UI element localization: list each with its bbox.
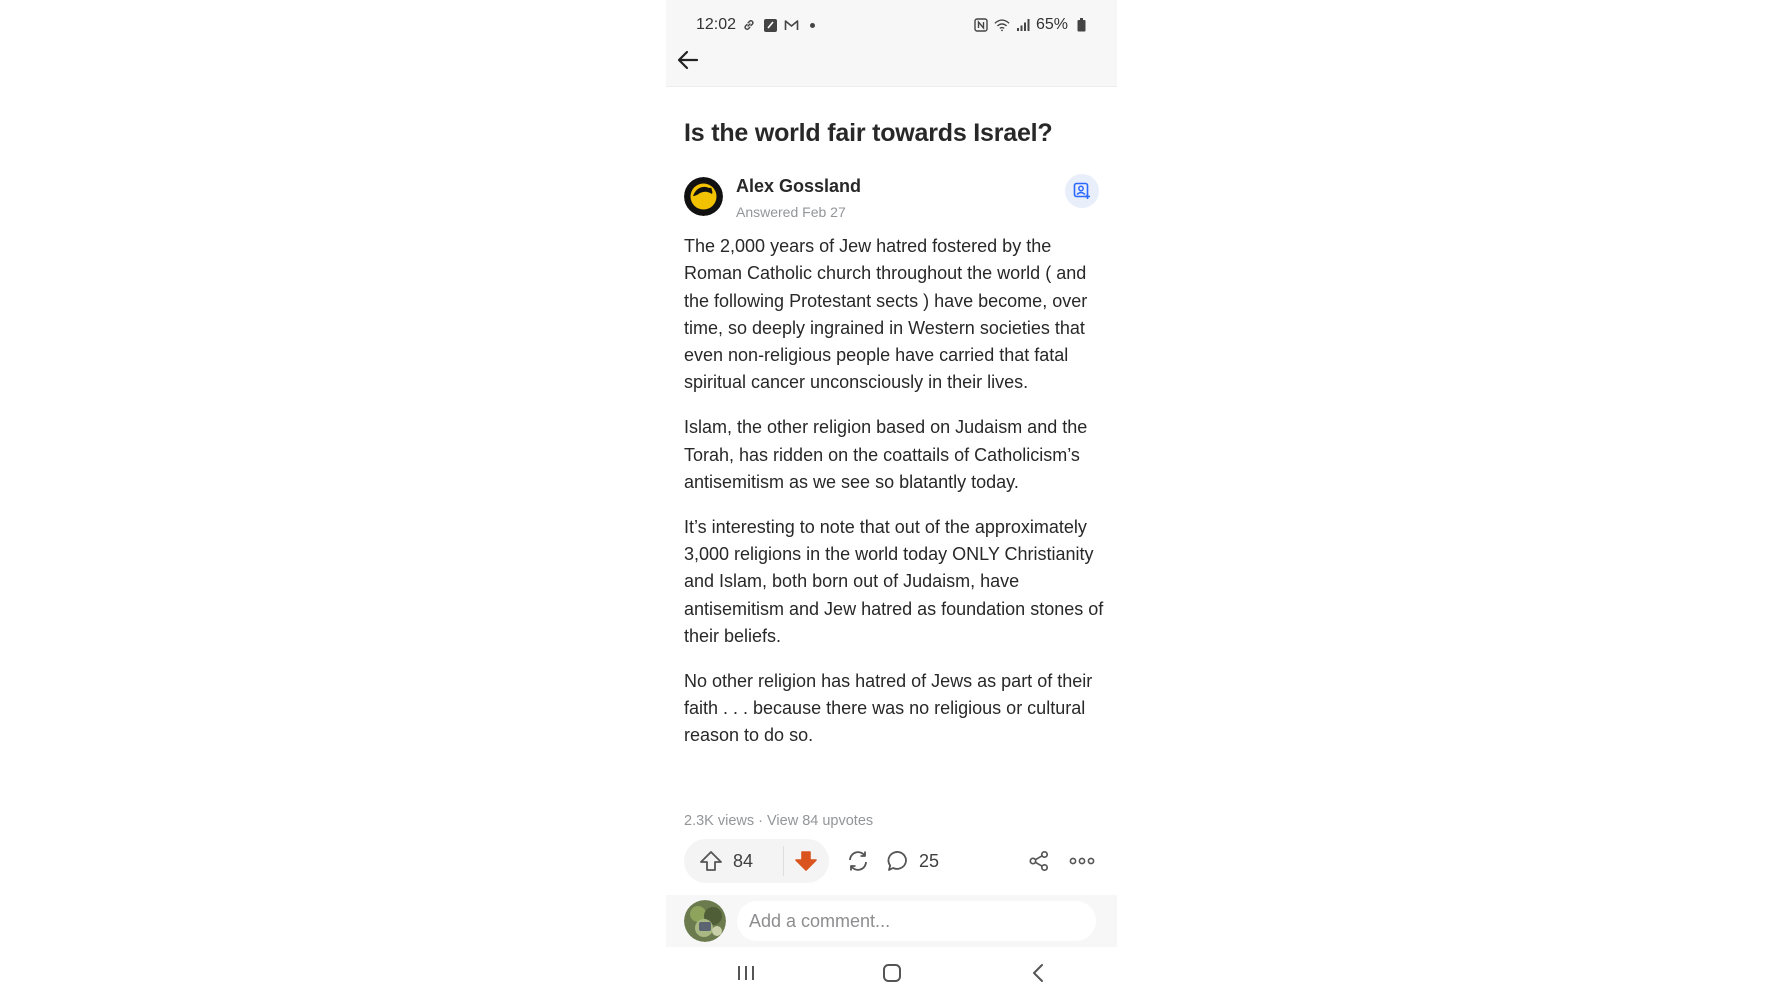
back-button[interactable] — [672, 44, 704, 76]
answer-paragraph: The 2,000 years of Jew hatred fostered b… — [684, 236, 1088, 393]
notification-dot-icon — [810, 22, 816, 28]
more-options-button[interactable] — [1065, 845, 1099, 877]
status-bar-right: 65% — [973, 16, 1089, 34]
answer-paragraph: No other religion has hatred of Jews as … — [684, 670, 1093, 746]
vote-pill: 84 — [684, 839, 829, 883]
view-upvotes-link[interactable]: View 84 upvotes — [767, 813, 873, 829]
current-user-avatar — [684, 900, 726, 942]
refresh-share-icon — [849, 851, 867, 871]
follow-user-icon — [1073, 182, 1090, 199]
upvote-arrow-icon — [700, 851, 722, 871]
nfc-icon — [973, 17, 989, 33]
action-bar: 84 25 — [684, 839, 1099, 883]
signal-icon — [1015, 17, 1031, 33]
top-app-area: 12:02 65% — [666, 0, 1117, 87]
recent-apps-button[interactable] — [726, 959, 766, 987]
question-title[interactable]: Is the world fair towards Israel? — [684, 119, 1104, 148]
follow-author-button[interactable] — [1065, 174, 1099, 208]
answer-paragraph: It’s interesting to note that out of the… — [684, 516, 1104, 646]
answer-meta: 2.3K views · View 84 upvotes — [684, 813, 873, 829]
system-navigation-bar — [666, 947, 1117, 1000]
edit-square-icon — [762, 17, 778, 33]
answer-author-row: Alex Gossland Answered Feb 27 — [684, 174, 1099, 224]
status-bar-left: 12:02 — [696, 16, 816, 34]
answer-body: The 2,000 years of Jew hatred fostered b… — [684, 233, 1104, 767]
answered-date: Answered Feb 27 — [736, 204, 846, 220]
add-comment-input[interactable] — [737, 901, 1096, 941]
upvote-count: 84 — [733, 850, 754, 871]
comment-bubble-icon — [887, 851, 907, 871]
battery-percent: 65% — [1035, 16, 1068, 33]
author-avatar[interactable] — [684, 177, 723, 216]
reshare-button[interactable] — [842, 845, 874, 877]
system-back-button[interactable] — [1018, 959, 1058, 987]
comment-count: 25 — [919, 850, 940, 871]
downvote-button[interactable] — [784, 839, 829, 883]
author-name[interactable]: Alex Gossland — [736, 176, 861, 197]
comment-bar — [666, 895, 1117, 947]
share-button[interactable] — [1023, 845, 1055, 877]
recent-apps-icon — [738, 966, 754, 980]
gmail-icon — [783, 17, 799, 33]
chevron-left-icon — [1033, 964, 1043, 982]
arrow-left-icon — [677, 50, 699, 70]
phone-screen: 12:02 65% Is the world fair towards Isra… — [666, 0, 1117, 1000]
meta-separator: · — [754, 813, 768, 829]
battery-icon — [1073, 17, 1089, 33]
answer-paragraph: Islam, the other religion based on Judai… — [684, 417, 1088, 492]
status-time: 12:02 — [696, 16, 737, 33]
view-count: 2.3K views — [684, 813, 755, 829]
home-button[interactable] — [872, 959, 912, 987]
wifi-icon — [994, 17, 1010, 33]
upvote-button[interactable]: 84 — [684, 839, 783, 883]
link-icon — [741, 17, 757, 33]
more-dots-icon — [1069, 857, 1095, 865]
downvote-arrow-icon — [795, 851, 818, 871]
status-bar: 12:02 65% — [696, 14, 1089, 36]
share-icon — [1029, 850, 1049, 872]
comments-button[interactable]: 25 — [887, 845, 939, 877]
home-icon — [883, 964, 901, 982]
